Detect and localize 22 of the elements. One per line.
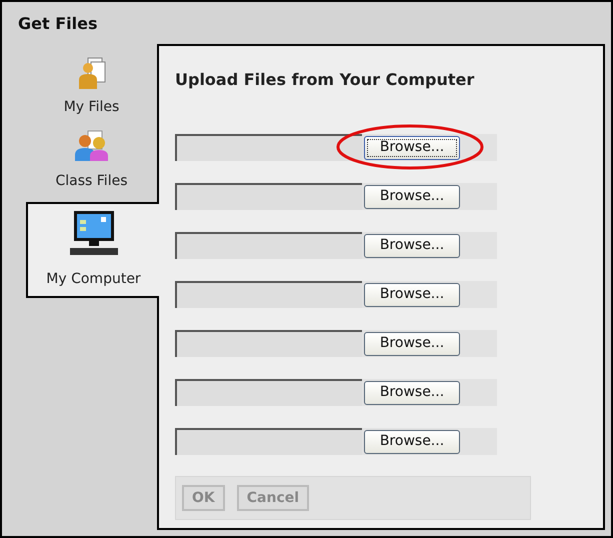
browse-button[interactable]: Browse... <box>364 430 460 454</box>
browse-button[interactable]: Browse... <box>364 136 460 160</box>
people-icon <box>74 130 110 162</box>
side-tab[interactable]: My Computer <box>26 202 159 298</box>
file-path-field[interactable] <box>175 281 362 308</box>
window-title: Get Files <box>18 14 98 33</box>
file-path-field[interactable] <box>175 183 362 210</box>
file-path-field[interactable] <box>175 232 362 259</box>
browse-button[interactable]: Browse... <box>364 332 460 356</box>
panel-heading: Upload Files from Your Computer <box>175 69 476 91</box>
browse-button[interactable]: Browse... <box>364 234 460 258</box>
file-path-field[interactable] <box>175 330 362 357</box>
browse-button[interactable]: Browse... <box>364 380 460 404</box>
file-path-field[interactable] <box>175 428 362 455</box>
computer-icon <box>68 210 118 256</box>
browse-button[interactable]: Browse... <box>364 184 460 208</box>
side-tab[interactable]: My Files <box>26 54 157 120</box>
file-path-field[interactable] <box>175 379 362 406</box>
side-tab[interactable]: Class Files <box>26 128 157 194</box>
file-path-field[interactable] <box>175 134 362 161</box>
person-file-icon <box>78 56 106 90</box>
browse-button[interactable]: Browse... <box>364 282 460 306</box>
